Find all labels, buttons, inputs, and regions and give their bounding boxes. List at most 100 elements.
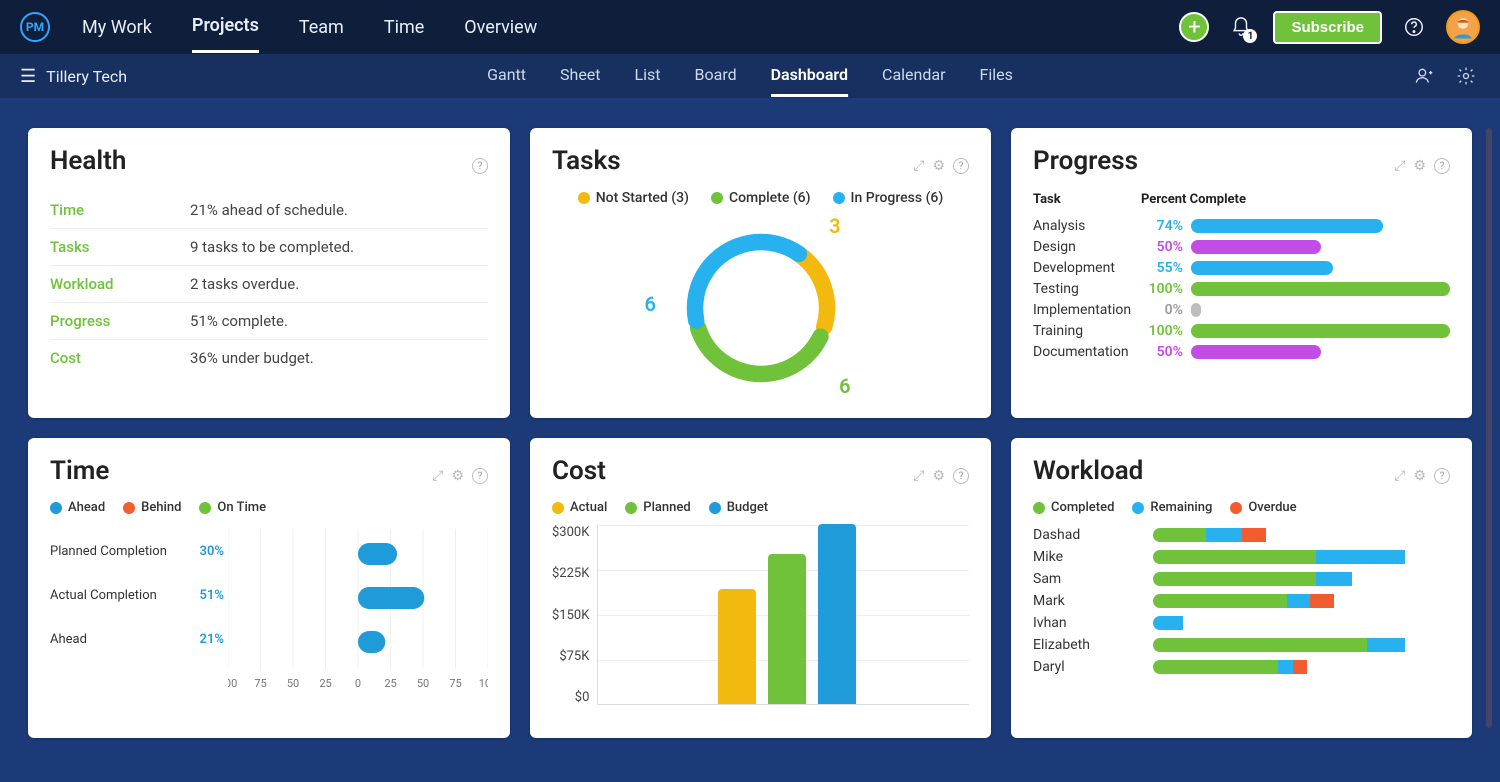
health-value: 36% under budget. [190,349,314,367]
view-tab-list[interactable]: List [635,55,661,97]
nav-item-team[interactable]: Team [299,3,344,52]
workload-bar [1153,660,1450,674]
user-avatar[interactable] [1446,10,1480,44]
workload-row: Daryl [1033,659,1450,675]
gear-icon[interactable]: ⚙ [932,468,945,484]
workload-bar [1153,550,1450,564]
add-member-icon[interactable] [1410,62,1438,90]
health-value: 2 tasks overdue. [190,275,299,293]
workload-bar [1153,616,1450,630]
workload-row: Sam [1033,571,1450,587]
card-title: Tasks [552,146,621,176]
time-label: Planned Completion [50,544,188,559]
gear-icon[interactable]: ⚙ [1413,158,1426,174]
ytick: $150K [552,608,589,623]
cost-bar-actual [718,589,756,704]
card-tasks: Tasks ⤢ ⚙ ? Not Started (3)Complete (6)I… [530,128,991,418]
card-title: Progress [1033,146,1138,176]
help-icon[interactable]: ? [1434,468,1450,484]
legend-item: Not Started (3) [578,190,689,206]
workload-name: Daryl [1033,659,1153,675]
health-label: Workload [50,275,190,293]
cost-legend: ActualPlannedBudget [552,500,969,515]
time-label: Ahead [50,632,188,647]
nav-item-time[interactable]: Time [384,3,424,52]
view-tab-files[interactable]: Files [980,55,1013,97]
progress-row: Documentation 50% [1033,344,1450,360]
card-health: Health ? Time21% ahead of schedule.Tasks… [28,128,510,418]
workload-name: Mike [1033,549,1153,565]
gear-icon[interactable]: ⚙ [1413,468,1426,484]
card-cost: Cost ⤢ ⚙ ? ActualPlannedBudget $300K$225… [530,438,991,738]
ytick: $300K [552,525,589,540]
expand-icon[interactable]: ⤢ [432,468,443,484]
legend-item: On Time [199,500,266,515]
cost-chart: $300K$225K$150K$75K$0 [552,525,969,724]
notifications-count: 1 [1243,29,1257,43]
progress-bar [1191,345,1450,359]
health-row: Tasks9 tasks to be completed. [50,229,488,266]
progress-bar [1191,219,1450,233]
legend-item: Overdue [1230,500,1296,515]
progress-pct: 100% [1141,281,1191,297]
expand-icon[interactable]: ⤢ [1394,158,1405,174]
help-icon[interactable]: ? [953,158,969,174]
health-label: Cost [50,349,190,367]
expand-icon[interactable]: ⤢ [1394,468,1405,484]
progress-bar [1191,303,1450,317]
workload-bar [1153,594,1450,608]
workload-rows: DashadMikeSamMarkIvhanElizabethDaryl [1033,521,1450,681]
view-tab-gantt[interactable]: Gantt [487,55,526,97]
workload-legend: CompletedRemainingOverdue [1033,500,1450,515]
progress-row: Training 100% [1033,323,1450,339]
donut-count-notstarted: 3 [829,214,840,238]
workload-bar [1153,528,1450,542]
help-icon[interactable] [1400,13,1428,41]
help-icon[interactable]: ? [953,468,969,484]
workload-row: Elizabeth [1033,637,1450,653]
cost-bar-budget [818,524,856,704]
time-pct: 21% [188,632,228,647]
card-title: Cost [552,456,606,486]
view-tab-sheet[interactable]: Sheet [560,55,601,97]
nav-item-overview[interactable]: Overview [464,3,537,52]
progress-pct: 0% [1141,302,1191,318]
expand-icon[interactable]: ⤢ [913,158,924,174]
progress-pct: 74% [1141,218,1191,234]
subscribe-button[interactable]: Subscribe [1273,11,1382,44]
time-pct: 30% [188,544,228,559]
topbar: PM My Work Projects Team Time Overview + 1 S… [0,0,1500,54]
svg-text:25: 25 [319,677,331,690]
scrollbar[interactable] [1486,128,1492,728]
settings-icon[interactable] [1452,62,1480,90]
progress-task: Analysis [1033,218,1141,234]
workload-bar [1153,572,1450,586]
cost-yaxis: $300K$225K$150K$75K$0 [552,525,597,705]
add-button[interactable]: + [1179,12,1209,42]
legend-item: Remaining [1132,500,1212,515]
help-icon[interactable]: ? [472,158,488,174]
view-tab-calendar[interactable]: Calendar [882,55,945,97]
gear-icon[interactable]: ⚙ [451,468,464,484]
health-label: Progress [50,312,190,330]
help-icon[interactable]: ? [472,468,488,484]
app-logo[interactable]: PM [20,12,50,42]
legend-item: In Progress (6) [833,190,944,206]
nav-item-projects[interactable]: Projects [192,1,259,53]
gear-icon[interactable]: ⚙ [932,158,945,174]
progress-row: Analysis 74% [1033,218,1450,234]
dashboard-grid: Health ? Time21% ahead of schedule.Tasks… [0,98,1500,738]
progress-pct: 55% [1141,260,1191,276]
help-icon[interactable]: ? [1434,158,1450,174]
legend-item: Ahead [50,500,105,515]
time-chart: Planned Completion30%Actual Completion51… [50,529,488,713]
menu-icon[interactable]: ☰ [20,66,36,87]
workload-name: Mark [1033,593,1153,609]
nav-item-my-work[interactable]: My Work [82,3,152,52]
view-tab-dashboard[interactable]: Dashboard [771,55,848,97]
notifications-icon[interactable]: 1 [1227,13,1255,41]
expand-icon[interactable]: ⤢ [913,468,924,484]
progress-task: Testing [1033,281,1141,297]
cost-bars [597,525,969,705]
view-tab-board[interactable]: Board [695,55,737,97]
